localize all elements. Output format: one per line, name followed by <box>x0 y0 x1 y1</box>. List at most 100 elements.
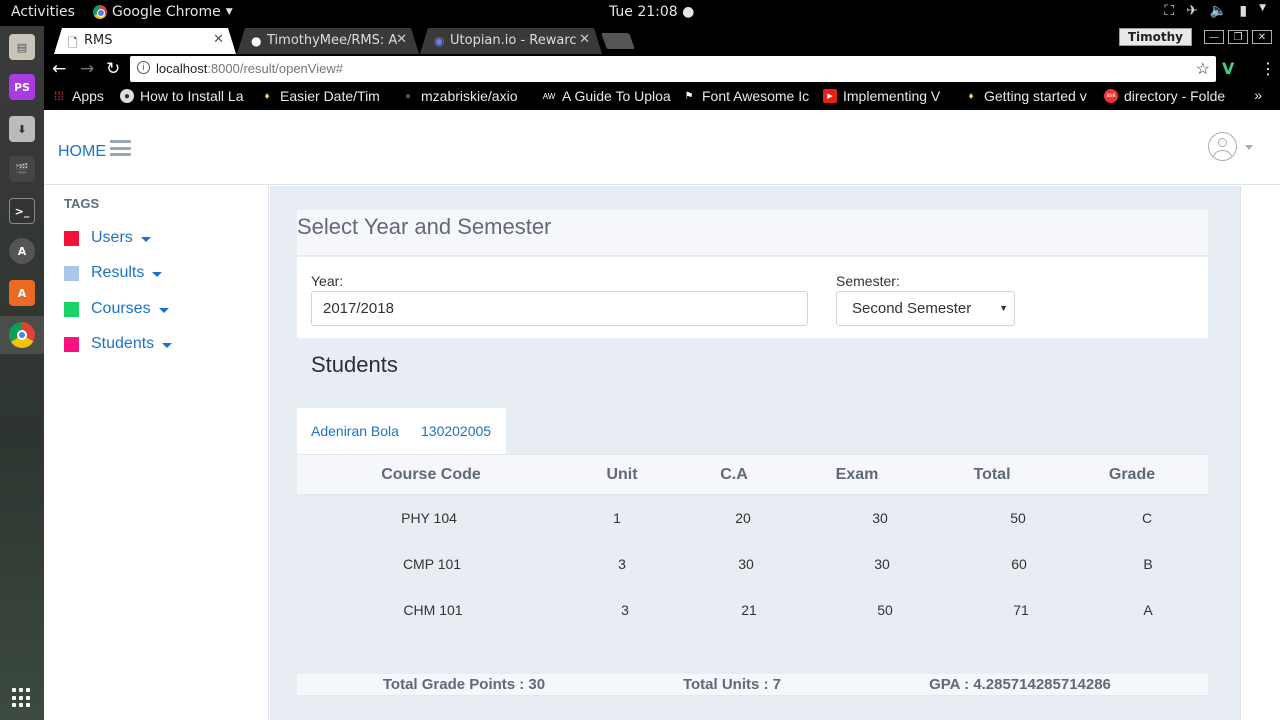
year-label: Year: <box>311 273 344 289</box>
semester-select[interactable]: Second Semester ▼ <box>836 291 1015 326</box>
student-name[interactable]: Adeniran Bola <box>311 423 399 439</box>
year-input[interactable]: 2017/2018 <box>311 291 808 326</box>
site-icon: AW <box>542 91 556 101</box>
bookmark-item[interactable]: ● mzabriskie/axio <box>401 88 529 104</box>
user-avatar-icon[interactable] <box>1208 132 1237 161</box>
bookmark-item[interactable]: ♦ Getting started v <box>964 88 1092 104</box>
bookmark-item[interactable]: ask directory - Folde <box>1104 88 1232 104</box>
new-tab-button[interactable] <box>601 33 635 49</box>
chevron-down-icon <box>152 271 163 277</box>
software-center-icon[interactable]: A <box>9 280 35 306</box>
bulb-icon: ♦ <box>968 90 974 102</box>
battery-icon: ▮ <box>1239 3 1248 19</box>
cell-exam: 30 <box>874 556 890 572</box>
student-tab[interactable]: Adeniran Bola 130202005 <box>297 408 506 454</box>
cell-course-code: PHY 104 <box>401 510 457 526</box>
students-title: Students <box>311 352 398 377</box>
clock[interactable]: Tue 21:08 ● <box>609 4 694 20</box>
files-icon[interactable]: ▤ <box>9 34 35 60</box>
back-icon[interactable]: ← <box>52 59 66 79</box>
table-header: Course Code Unit C.A Exam Total Grade <box>297 454 1208 495</box>
app-menu[interactable]: Google Chrome ▼ <box>93 4 233 20</box>
tab-github[interactable]: ● TimothyMee/RMS: A ✕ <box>237 28 419 54</box>
terminal-icon[interactable]: >_ <box>9 198 35 224</box>
bulb-icon: ♦ <box>264 90 270 102</box>
activities-button[interactable]: Activities <box>11 4 75 20</box>
sidebar-item-courses[interactable]: Courses <box>64 297 169 321</box>
sidebar-heading: TAGS <box>64 196 100 211</box>
address-bar[interactable]: i localhost:8000/result/openView# ☆ <box>130 56 1216 82</box>
vue-devtools-icon[interactable]: V <box>1222 59 1234 78</box>
airplane-icon: ✈ <box>1186 3 1198 19</box>
bookmark-star-icon[interactable]: ☆ <box>1196 59 1210 79</box>
installer-icon[interactable]: ⬇ <box>9 116 35 142</box>
column-header: Exam <box>835 466 879 483</box>
video-editor-icon[interactable]: 🎬 <box>9 156 35 182</box>
site-icon: ● <box>120 89 134 103</box>
maximize-icon[interactable]: ❐ <box>1228 30 1248 44</box>
home-link[interactable]: HOME <box>58 143 106 161</box>
filter-card-body: Year: 2017/2018 Semester: Second Semeste… <box>297 257 1208 338</box>
tab-rms[interactable]: 🗋 RMS ✕ <box>54 28 236 54</box>
more-menu-icon[interactable]: ⋮ <box>1260 59 1276 78</box>
chevron-down-icon: ▼ <box>999 303 1008 313</box>
chrome-icon <box>93 5 107 19</box>
semester-label: Semester: <box>836 273 900 289</box>
student-matric[interactable]: 130202005 <box>421 423 491 439</box>
bookmark-item[interactable]: ● How to Install La <box>120 88 250 104</box>
cell-course-code: CHM 101 <box>403 602 463 618</box>
close-window-icon[interactable]: ✕ <box>1252 30 1272 44</box>
forward-icon[interactable]: → <box>80 59 94 79</box>
apps-grid-icon: ⁞⁞⁞ <box>53 89 64 103</box>
minimize-icon[interactable]: — <box>1204 30 1224 44</box>
tab-utopian[interactable]: ◉ Utopian.io - Rewarc ✕ <box>420 28 602 54</box>
web-page: HOME TAGS Users Results Courses Students <box>44 110 1280 720</box>
bookmark-item[interactable]: ▶ Implementing V <box>823 88 951 104</box>
phpstorm-icon[interactable]: PS <box>9 74 35 100</box>
info-icon[interactable]: i <box>137 61 150 74</box>
results-table: Course Code Unit C.A Exam Total Grade PH… <box>297 454 1208 674</box>
chevron-down-icon <box>162 342 173 348</box>
app-name: Google Chrome <box>112 4 221 20</box>
tag-color-square <box>64 336 79 352</box>
tag-color-square <box>64 230 79 246</box>
chrome-icon[interactable] <box>9 322 35 348</box>
chevron-down-icon[interactable] <box>1245 145 1253 150</box>
bookmarks-bar: ⁞⁞⁞ Apps ● How to Install La ♦ Easier Da… <box>44 84 1280 110</box>
more-bookmarks-icon[interactable]: » <box>1254 87 1262 103</box>
cell-total: 60 <box>1011 556 1027 572</box>
sidebar-item-results[interactable]: Results <box>64 261 163 285</box>
sidebar-item-students[interactable]: Students <box>64 332 173 356</box>
reload-icon[interactable]: ↻ <box>106 59 120 79</box>
filter-card-header: Select Year and Semester <box>297 210 1208 256</box>
profile-button[interactable]: Timothy <box>1118 28 1192 46</box>
cell-unit: 3 <box>621 602 629 618</box>
sidebar-item-users[interactable]: Users <box>64 226 151 250</box>
cell-grade: B <box>1143 556 1153 572</box>
system-tray[interactable]: ⛶ ✈ 🔈 ▮ ▼ <box>1164 3 1266 19</box>
updater-icon[interactable]: A <box>9 238 35 264</box>
url-host: localhost <box>156 61 208 76</box>
right-gutter <box>1240 186 1280 720</box>
github-icon: ● <box>404 90 412 102</box>
bookmark-item[interactable]: ⚑ Font Awesome Ic <box>682 88 812 104</box>
sidebar: TAGS Users Results Courses Students <box>44 186 269 720</box>
cell-exam: 30 <box>872 510 888 526</box>
column-header: Unit <box>606 466 638 483</box>
ask-icon: ask <box>1104 89 1118 103</box>
network-icon: ⛶ <box>1164 3 1175 19</box>
hamburger-menu-icon[interactable] <box>110 140 131 156</box>
bookmark-item[interactable]: ♦ Easier Date/Tim <box>260 88 388 104</box>
column-header: Course Code <box>381 466 481 483</box>
show-apps-icon[interactable] <box>12 688 32 708</box>
app-navbar: HOME <box>44 110 1280 185</box>
close-icon[interactable]: ✕ <box>579 32 590 47</box>
flag-icon: ⚑ <box>684 90 694 102</box>
utopian-icon: ◉ <box>434 34 445 48</box>
close-icon[interactable]: ✕ <box>396 32 407 47</box>
bookmark-item[interactable]: AW A Guide To Uploa <box>542 88 672 104</box>
bookmark-apps[interactable]: ⁞⁞⁞ Apps <box>52 88 122 104</box>
column-header: C.A <box>720 466 748 483</box>
main-content: Select Year and Semester Year: 2017/2018… <box>270 186 1240 720</box>
close-icon[interactable]: ✕ <box>213 32 224 47</box>
